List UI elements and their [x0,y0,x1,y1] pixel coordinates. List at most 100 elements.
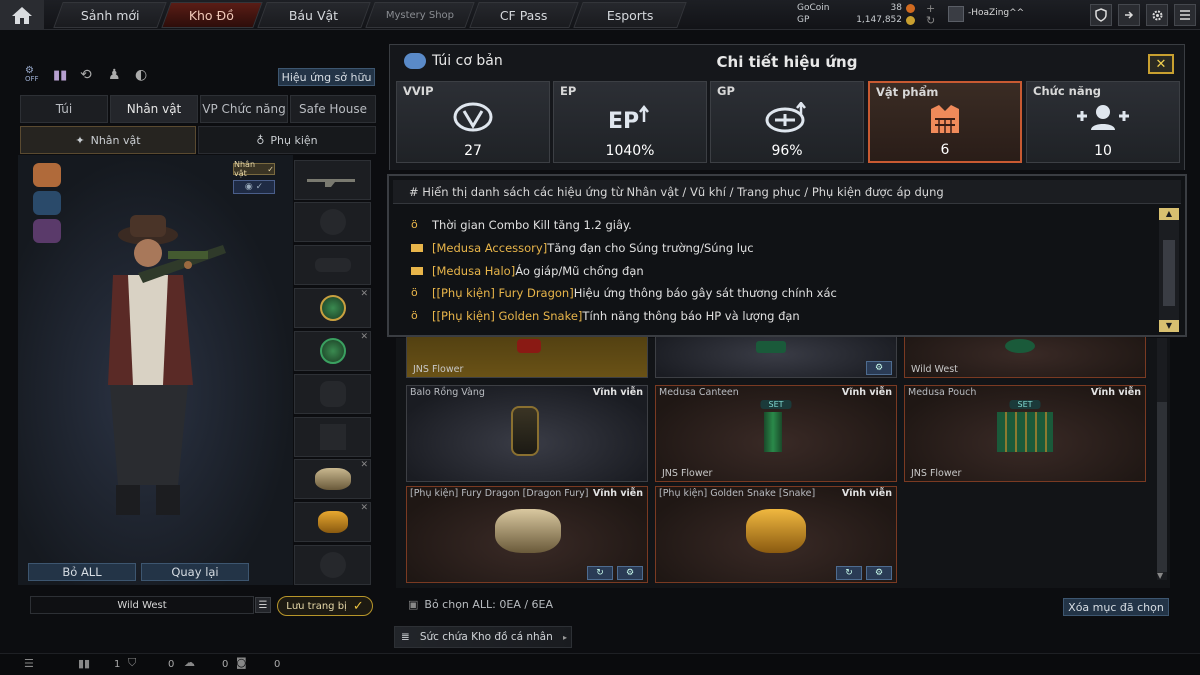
rifle-icon [307,179,355,187]
avatar[interactable] [948,6,964,22]
inventory-card[interactable]: Balo Rồng Vàng Vĩnh viễn [406,385,648,482]
grid-scroll-thumb[interactable] [1157,402,1167,572]
back-button[interactable]: Quay lại [141,563,249,581]
tab-esports[interactable]: Esports [573,2,687,28]
stat-vvip[interactable]: VVIP 27 [396,81,550,163]
capacity-button[interactable]: ≣ Sức chứa Kho đồ cá nhân ▸ [394,626,572,648]
effect-row: ö Thời gian Combo Kill tăng 1.2 giây. [411,218,632,232]
menu-icon[interactable] [1174,4,1196,26]
preset-name-input[interactable]: Wild West [30,596,254,614]
swap-icon[interactable]: ↻ [587,566,613,580]
inventory-card[interactable]: Medusa Pouch Vĩnh viễn SET JNS Flower [904,385,1146,482]
settings-icon[interactable]: ⚙ [617,566,643,580]
slot-mask[interactable] [294,245,371,285]
username: -HoaZing^^ [968,8,1025,18]
owned-effects-button[interactable]: Hiệu ứng sở hữu [278,68,375,86]
ep-icon: EP [608,104,649,132]
settings-icon[interactable] [1146,4,1168,26]
checkbox-icon[interactable]: ▣ [408,598,418,611]
list-icon[interactable]: ☰ [24,657,34,670]
slot-head[interactable] [294,202,371,242]
scroll-down-icon[interactable]: ▼ [1159,320,1179,332]
item-icon [756,341,786,353]
select-all-status[interactable]: ▣ Bỏ chọn ALL: 0EA / 6EA [408,598,553,611]
preset-list-icon[interactable]: ☰ [255,597,271,613]
skin-slot-blue[interactable] [33,191,61,215]
gp-icon [906,16,915,25]
rank-icon[interactable]: ▮▮ [53,68,67,83]
scroll-down-icon[interactable]: ▼ [1157,571,1163,580]
slot-back[interactable] [294,374,371,414]
inventory-card[interactable]: Medusa Canteen Vĩnh viễn SET JNS Flower [655,385,897,482]
tab-inventory[interactable]: Kho Đồ [161,2,263,28]
off-toggle[interactable]: ⚙ OFF [25,66,39,83]
slot-empty[interactable] [294,545,371,585]
exit-icon[interactable] [1118,4,1140,26]
slot-body[interactable] [294,417,371,457]
tab-lobby[interactable]: Sảnh mới [53,2,167,28]
chat-icon[interactable]: ☁ [184,656,195,669]
helmet-icon [319,209,346,235]
mask-icon [314,258,351,272]
home-button[interactable] [0,0,44,30]
tab-mystery-shop[interactable]: Mystery Shop [365,2,475,28]
effects-scrollbar[interactable]: ▲ ▼ [1159,208,1179,332]
stat-functions[interactable]: Chức năng 10 [1026,81,1180,163]
slot-weapon[interactable] [294,160,371,200]
skin-slot-purple[interactable] [33,219,61,243]
tab-safe-house[interactable]: Safe House [290,95,376,123]
settings-icon[interactable]: ⚙ [866,361,892,375]
tab-bag[interactable]: Túi [20,95,108,123]
medal-icon: ö [411,218,418,231]
tab-cf-pass[interactable]: CF Pass [469,2,579,28]
mail-icon[interactable]: ◙ [236,656,247,669]
backpack-icon [319,381,346,407]
character-badge: Nhân vật ✓ [233,160,275,178]
close-button[interactable]: ✕ [1148,54,1174,74]
save-equipment-button[interactable]: Lưu trang bị ✓ [277,596,373,616]
grid-scrollbar[interactable]: ▼ [1157,338,1167,580]
effects-scroll-thumb[interactable] [1163,240,1175,306]
pouch-icon [997,412,1053,452]
medal-icon: ö [411,286,418,299]
stat-gp[interactable]: GP 96% [710,81,864,163]
shield-icon: ⛉ [128,656,137,669]
slot-accessory-2[interactable]: ✕ [294,502,371,542]
emblem-icon [319,295,346,321]
skin-slot-orange[interactable] [33,163,61,187]
subtab-character[interactable]: ✦ Nhân vật [20,126,196,154]
hat-icon [319,552,346,578]
effect-details-dialog: Túi cơ bản Chi tiết hiệu ứng ✕ VVIP 27 E… [389,44,1185,170]
item-icon [517,339,541,353]
settings-icon[interactable]: ⚙ [866,566,892,580]
inventory-card[interactable]: [Phụ kiện] Golden Snake [Snake] Vĩnh viễn… [655,486,897,583]
dragon-icon [495,509,561,553]
delete-selected-button[interactable]: Xóa mục đã chọn [1063,598,1169,616]
bag-icon[interactable]: ◐ [135,67,147,83]
slot-badge-2[interactable]: ✕ [294,331,371,371]
gp-label: GP [797,15,810,25]
inventory-card[interactable]: [Phụ kiện] Fury Dragon [Dragon Fury] Vĩnh… [406,486,648,583]
stat-items[interactable]: Vật phẩm 6 [868,81,1022,163]
scroll-up-icon[interactable]: ▲ [1159,208,1179,220]
remove-all-button[interactable]: Bỏ ALL [28,563,136,581]
swap-icon[interactable]: ↻ [836,566,862,580]
tab-treasure[interactable]: Báu Vật [257,2,371,28]
slot-accessory-1[interactable]: ✕ [294,459,371,499]
medal-icon: ö [411,309,418,322]
shield-icon[interactable] [1090,4,1112,26]
tab-function-items[interactable]: VP Chức năng [200,95,288,123]
subtab-accessory[interactable]: ♁ Phụ kiện [198,126,376,154]
vest-icon [931,105,959,133]
history-icon[interactable]: ⟲ [80,67,92,83]
tab-character[interactable]: Nhân vật [110,95,198,123]
dialog-title: Chi tiết hiệu ứng [716,53,858,71]
stat-ep[interactable]: EP EP 1040% [553,81,707,163]
character-icon[interactable]: ♟ [108,67,121,83]
refresh-icon[interactable]: ↻ [926,14,935,27]
vvip-icon [453,102,493,132]
slot-badge-1[interactable]: ✕ [294,288,371,328]
team-add-icon [1077,105,1129,130]
visibility-toggle[interactable]: ◉ ✓ [233,180,275,194]
effects-header: # Hiển thị danh sách các hiệu ứng từ Nhâ… [393,180,1181,204]
